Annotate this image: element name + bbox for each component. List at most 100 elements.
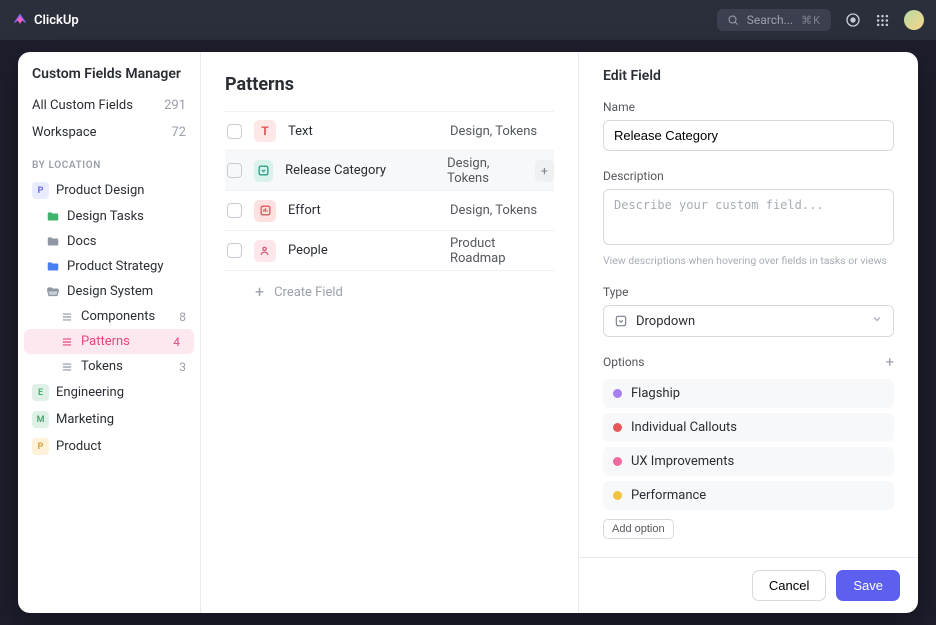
option-color-dot — [613, 491, 622, 500]
field-locations: Design, Tokens — [450, 124, 537, 139]
page-title: Patterns — [225, 74, 554, 95]
item-label: Design System — [67, 284, 153, 299]
description-label: Description — [603, 169, 894, 183]
user-avatar[interactable] — [904, 10, 924, 30]
option-color-dot — [613, 423, 622, 432]
space-badge: E — [32, 384, 49, 401]
scope-label: All Custom Fields — [32, 98, 133, 113]
space-label: Product Design — [56, 183, 144, 198]
folder-design-tasks[interactable]: Design Tasks — [18, 204, 200, 229]
space-label: Engineering — [56, 385, 124, 400]
list-tokens[interactable]: Tokens 3 — [18, 354, 200, 379]
field-row-release-category[interactable]: Release Category Design, Tokens + — [225, 151, 554, 191]
option-row[interactable]: Performance — [603, 481, 894, 510]
field-name: Release Category — [285, 163, 435, 178]
search-shortcut: ⌘K — [801, 14, 821, 27]
description-helper: View descriptions when hovering over fie… — [603, 254, 894, 267]
row-checkbox[interactable] — [227, 203, 242, 218]
item-label: Patterns — [81, 334, 130, 349]
space-badge: M — [32, 411, 49, 428]
add-option-icon[interactable]: + — [885, 353, 894, 371]
field-row-text[interactable]: T Text Design, Tokens — [225, 111, 554, 151]
folder-design-system[interactable]: Design System — [18, 279, 200, 304]
plus-icon: + — [255, 284, 264, 300]
row-checkbox[interactable] — [227, 163, 242, 178]
dropdown-icon — [614, 314, 628, 328]
row-checkbox[interactable] — [227, 243, 242, 258]
space-product[interactable]: P Product — [18, 433, 200, 460]
type-label: Type — [603, 285, 894, 299]
field-name: Effort — [288, 203, 438, 218]
field-row-people[interactable]: People Product Roadmap — [225, 231, 554, 271]
list-icon — [60, 335, 74, 349]
folder-icon — [46, 235, 60, 249]
folder-docs[interactable]: Docs — [18, 229, 200, 254]
save-button[interactable]: Save — [836, 570, 900, 601]
space-engineering[interactable]: E Engineering — [18, 379, 200, 406]
option-label: Individual Callouts — [631, 420, 737, 435]
text-field-icon: T — [254, 120, 276, 142]
cfm-title: Custom Fields Manager — [18, 66, 200, 92]
folder-icon — [46, 210, 60, 224]
name-label: Name — [603, 100, 894, 114]
more-locations-chip[interactable]: + — [535, 160, 554, 182]
space-product-design[interactable]: P Product Design — [18, 177, 200, 204]
list-icon — [60, 310, 74, 324]
item-count: 3 — [179, 360, 190, 374]
record-icon[interactable] — [845, 12, 861, 28]
cfm-sidebar: Custom Fields Manager All Custom Fields … — [18, 52, 201, 613]
option-label: Flagship — [631, 386, 680, 401]
list-icon — [60, 360, 74, 374]
field-name-input[interactable] — [603, 120, 894, 151]
option-row[interactable]: Individual Callouts — [603, 413, 894, 442]
option-color-dot — [613, 457, 622, 466]
brand-logo[interactable]: ClickUp — [12, 12, 79, 28]
option-label: Performance — [631, 488, 706, 503]
row-checkbox[interactable] — [227, 124, 242, 139]
folder-icon — [46, 260, 60, 274]
space-badge: P — [32, 438, 49, 455]
option-row[interactable]: Flagship — [603, 379, 894, 408]
cfm-main: Patterns T Text Design, Tokens Release C… — [201, 52, 578, 613]
field-locations: Product Roadmap — [450, 236, 554, 266]
field-type-select[interactable]: Dropdown — [603, 305, 894, 337]
effort-field-icon — [254, 200, 276, 222]
apps-grid-icon[interactable] — [875, 13, 890, 28]
search-placeholder: Search... — [747, 13, 793, 27]
field-row-effort[interactable]: Effort Design, Tokens — [225, 191, 554, 231]
space-label: Product — [56, 439, 101, 454]
field-name: People — [288, 243, 438, 258]
folder-product-strategy[interactable]: Product Strategy — [18, 254, 200, 279]
create-field-button[interactable]: + Create Field — [225, 271, 554, 313]
options-label: Options — [603, 355, 645, 369]
topbar: ClickUp Search... ⌘K — [0, 0, 936, 40]
space-label: Marketing — [56, 412, 114, 427]
list-components[interactable]: Components 8 — [18, 304, 200, 329]
field-locations: Design, Tokens — [450, 203, 537, 218]
chevron-down-icon — [871, 313, 883, 329]
people-field-icon — [254, 240, 276, 262]
space-marketing[interactable]: M Marketing — [18, 406, 200, 433]
brand-name: ClickUp — [34, 13, 79, 28]
option-color-dot — [613, 389, 622, 398]
create-field-label: Create Field — [274, 285, 343, 300]
item-label: Tokens — [81, 359, 123, 374]
global-search[interactable]: Search... ⌘K — [717, 9, 831, 31]
by-location-label: BY LOCATION — [18, 146, 200, 177]
item-label: Product Strategy — [67, 259, 163, 274]
field-name: Text — [288, 124, 438, 139]
scope-workspace[interactable]: Workspace 72 — [18, 119, 200, 146]
add-option-button[interactable]: Add option — [603, 519, 674, 539]
item-label: Docs — [67, 234, 96, 249]
modal-backdrop: Custom Fields Manager All Custom Fields … — [0, 40, 936, 625]
field-locations: Design, Tokens — [447, 156, 523, 186]
panel-title: Edit Field — [603, 68, 894, 84]
field-description-input[interactable] — [603, 189, 894, 245]
scope-all-custom-fields[interactable]: All Custom Fields 291 — [18, 92, 200, 119]
cancel-button[interactable]: Cancel — [752, 570, 826, 601]
scope-count: 291 — [164, 98, 186, 113]
folder-open-icon — [46, 285, 60, 299]
list-patterns[interactable]: Patterns 4 — [24, 329, 194, 354]
option-label: UX Improvements — [631, 454, 734, 469]
option-row[interactable]: UX Improvements — [603, 447, 894, 476]
